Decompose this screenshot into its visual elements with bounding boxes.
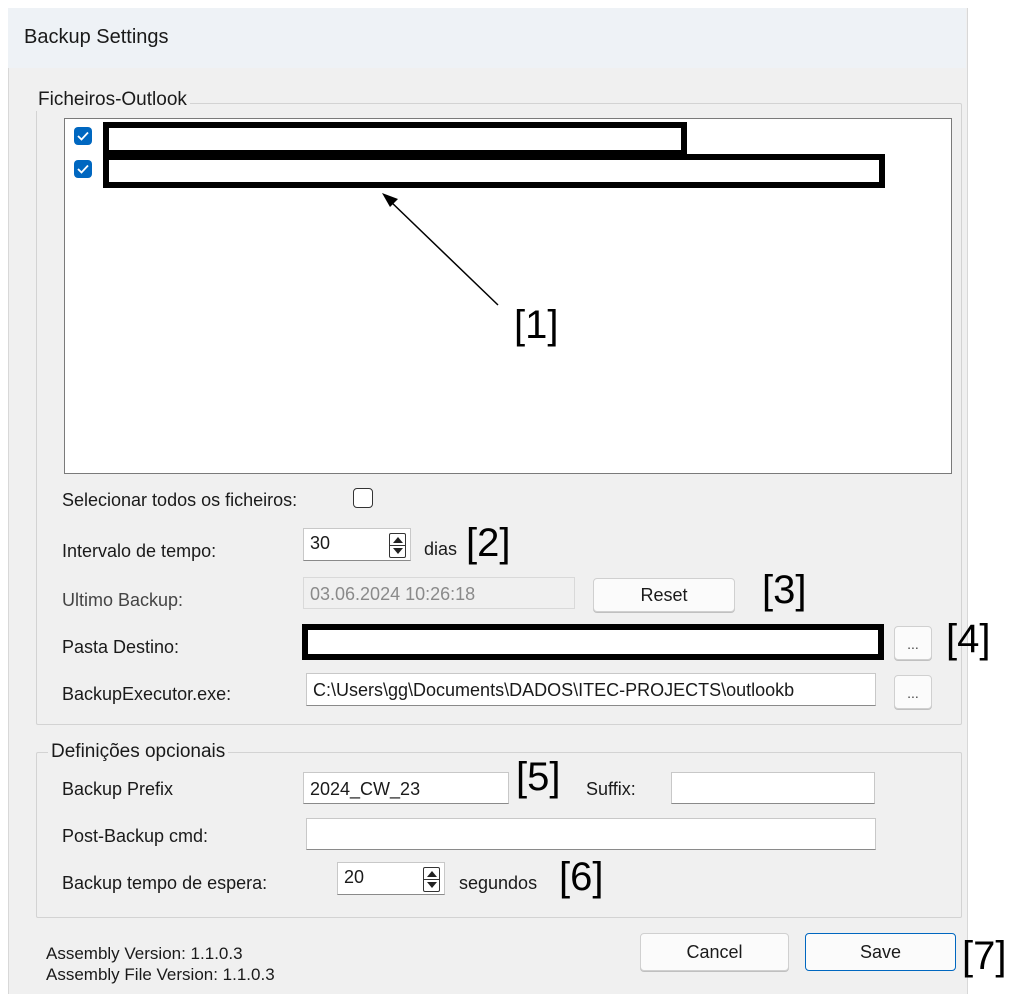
executor-browse-button[interactable]: ... [894,675,932,709]
annotation-arrow [382,193,499,306]
wait-spinner[interactable]: 20 [337,862,445,895]
interval-spinner[interactable]: 30 [303,528,411,561]
executor-label: BackupExecutor.exe: [62,684,232,704]
post-cmd-label: Post-Backup cmd: [62,826,209,846]
annotation-5: [5] [516,755,561,799]
last-backup-field: 03.06.2024 10:26:18 [303,577,575,609]
annotation-6: [6] [559,855,604,899]
interval-spin-arrows[interactable] [389,533,406,558]
files-group-legend: Ficheiros-Outlook [35,89,190,111]
file-item-2-checkbox[interactable] [74,160,92,178]
assembly-version: Assembly Version: 1.1.0.3 [46,944,243,963]
save-button[interactable]: Save [805,933,956,971]
last-backup-label: Ultimo Backup: [62,590,184,610]
check-icon [77,164,89,174]
executor-path-field[interactable]: C:\Users\gg\Documents\DADOS\ITEC-PROJECT… [306,673,876,706]
assembly-file-version: Assembly File Version: 1.1.0.3 [46,965,275,984]
annotation-7: [7] [962,934,1007,978]
arrow-up-icon [427,871,437,877]
select-all-label: Selecionar todos os ficheiros: [62,490,298,510]
check-icon [77,131,89,141]
prefix-field[interactable]: 2024_CW_23 [303,772,509,804]
select-all-checkbox[interactable] [353,488,373,508]
wait-label: Backup tempo de espera: [62,873,268,893]
interval-value: 30 [310,533,331,553]
annotation-2: [2] [466,521,511,565]
annotation-4: [4] [946,617,991,661]
window-title: Backup Settings [24,26,169,48]
post-cmd-field[interactable] [306,818,876,850]
destination-label: Pasta Destino: [62,637,180,657]
destination-field-redacted[interactable] [302,624,884,660]
optional-group-legend: Definições opcionais [48,741,229,763]
arrow-up-icon [393,537,403,543]
interval-unit: dias [424,539,458,559]
cancel-button[interactable]: Cancel [640,933,789,971]
suffix-field[interactable] [671,772,875,804]
annotation-1: [1] [514,303,559,347]
wait-unit: segundos [459,873,538,893]
arrow-down-icon [427,882,437,888]
interval-label: Intervalo de tempo: [62,541,217,561]
suffix-label: Suffix: [586,779,636,799]
file-item-1-redacted [103,122,687,156]
arrow-down-icon [393,548,403,554]
wait-value: 20 [344,867,365,887]
wait-spin-arrows[interactable] [423,867,440,892]
file-item-1-checkbox[interactable] [74,127,92,145]
annotation-3: [3] [762,568,807,612]
destination-browse-button[interactable]: ... [894,626,932,660]
file-item-2-redacted [103,154,885,188]
reset-button[interactable]: Reset [593,578,735,612]
prefix-label: Backup Prefix [62,779,174,799]
